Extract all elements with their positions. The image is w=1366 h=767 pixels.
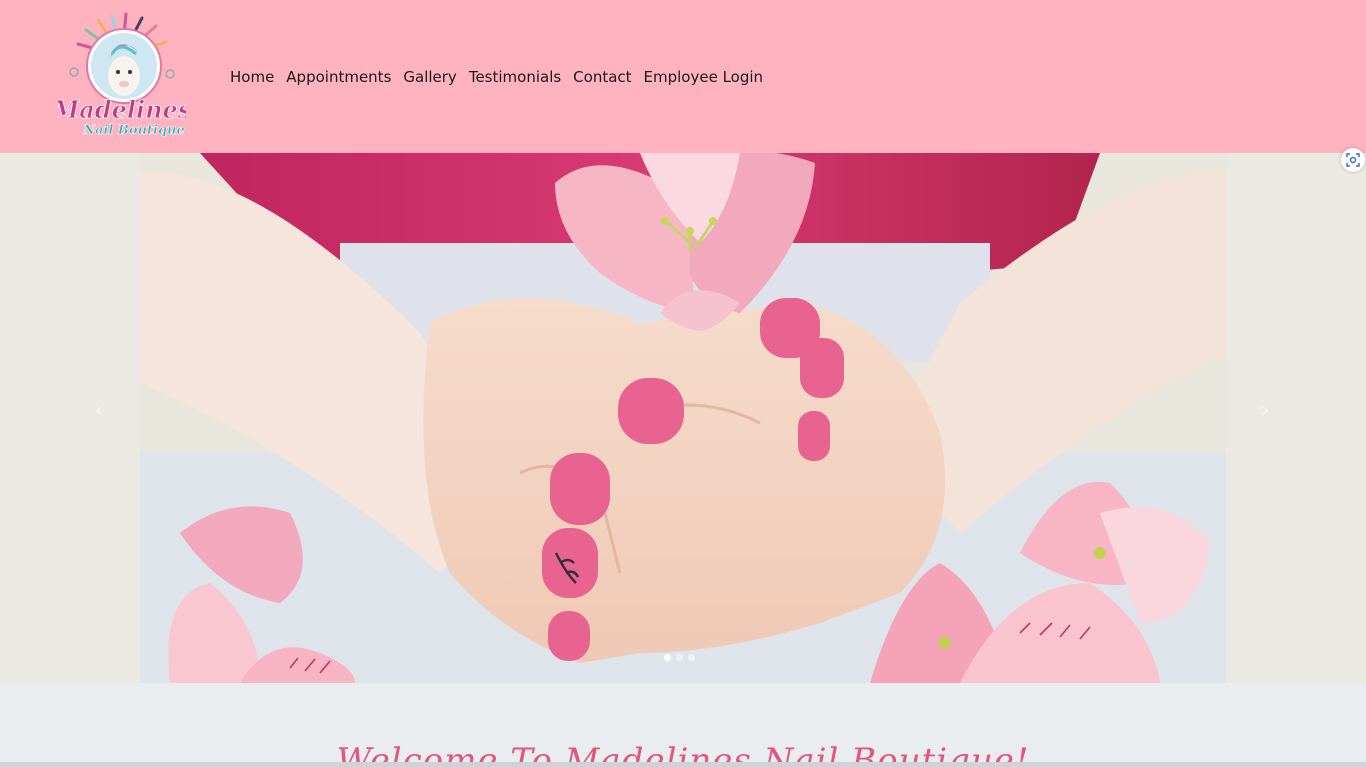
carousel-indicators xyxy=(664,654,695,661)
hero-carousel: ‹ › xyxy=(0,153,1366,683)
main-nav: Home Appointments Gallery Testimonials C… xyxy=(230,68,763,86)
carousel-dot-3[interactable] xyxy=(688,654,695,661)
visual-search-icon xyxy=(1346,153,1360,167)
nav-employee-login[interactable]: Employee Login xyxy=(644,68,764,86)
nav-gallery[interactable]: Gallery xyxy=(403,68,456,86)
chevron-left-icon: ‹ xyxy=(94,398,104,423)
site-header: Madelines Nail Boutique Home Appointment… xyxy=(0,0,1366,153)
brand-name-line2: Nail Boutique xyxy=(82,123,185,138)
brand-name-line1: Madelines xyxy=(58,95,186,124)
hero-slide-image xyxy=(0,153,1366,683)
chevron-right-icon: › xyxy=(1260,398,1270,423)
carousel-next-button[interactable]: › xyxy=(1253,399,1277,423)
nav-contact[interactable]: Contact xyxy=(573,68,631,86)
nav-testimonials[interactable]: Testimonials xyxy=(469,68,561,86)
brand-logo[interactable]: Madelines Nail Boutique xyxy=(58,12,186,142)
carousel-dot-1[interactable] xyxy=(664,654,671,661)
carousel-prev-button[interactable]: ‹ xyxy=(87,399,111,423)
carousel-dot-2[interactable] xyxy=(676,654,683,661)
visual-search-button[interactable] xyxy=(1341,148,1365,172)
welcome-section: Welcome To Madelines Nail Boutique! xyxy=(0,683,1366,767)
nav-home[interactable]: Home xyxy=(230,68,274,86)
nav-appointments[interactable]: Appointments xyxy=(286,68,391,86)
page-bottom-rule xyxy=(0,762,1366,767)
